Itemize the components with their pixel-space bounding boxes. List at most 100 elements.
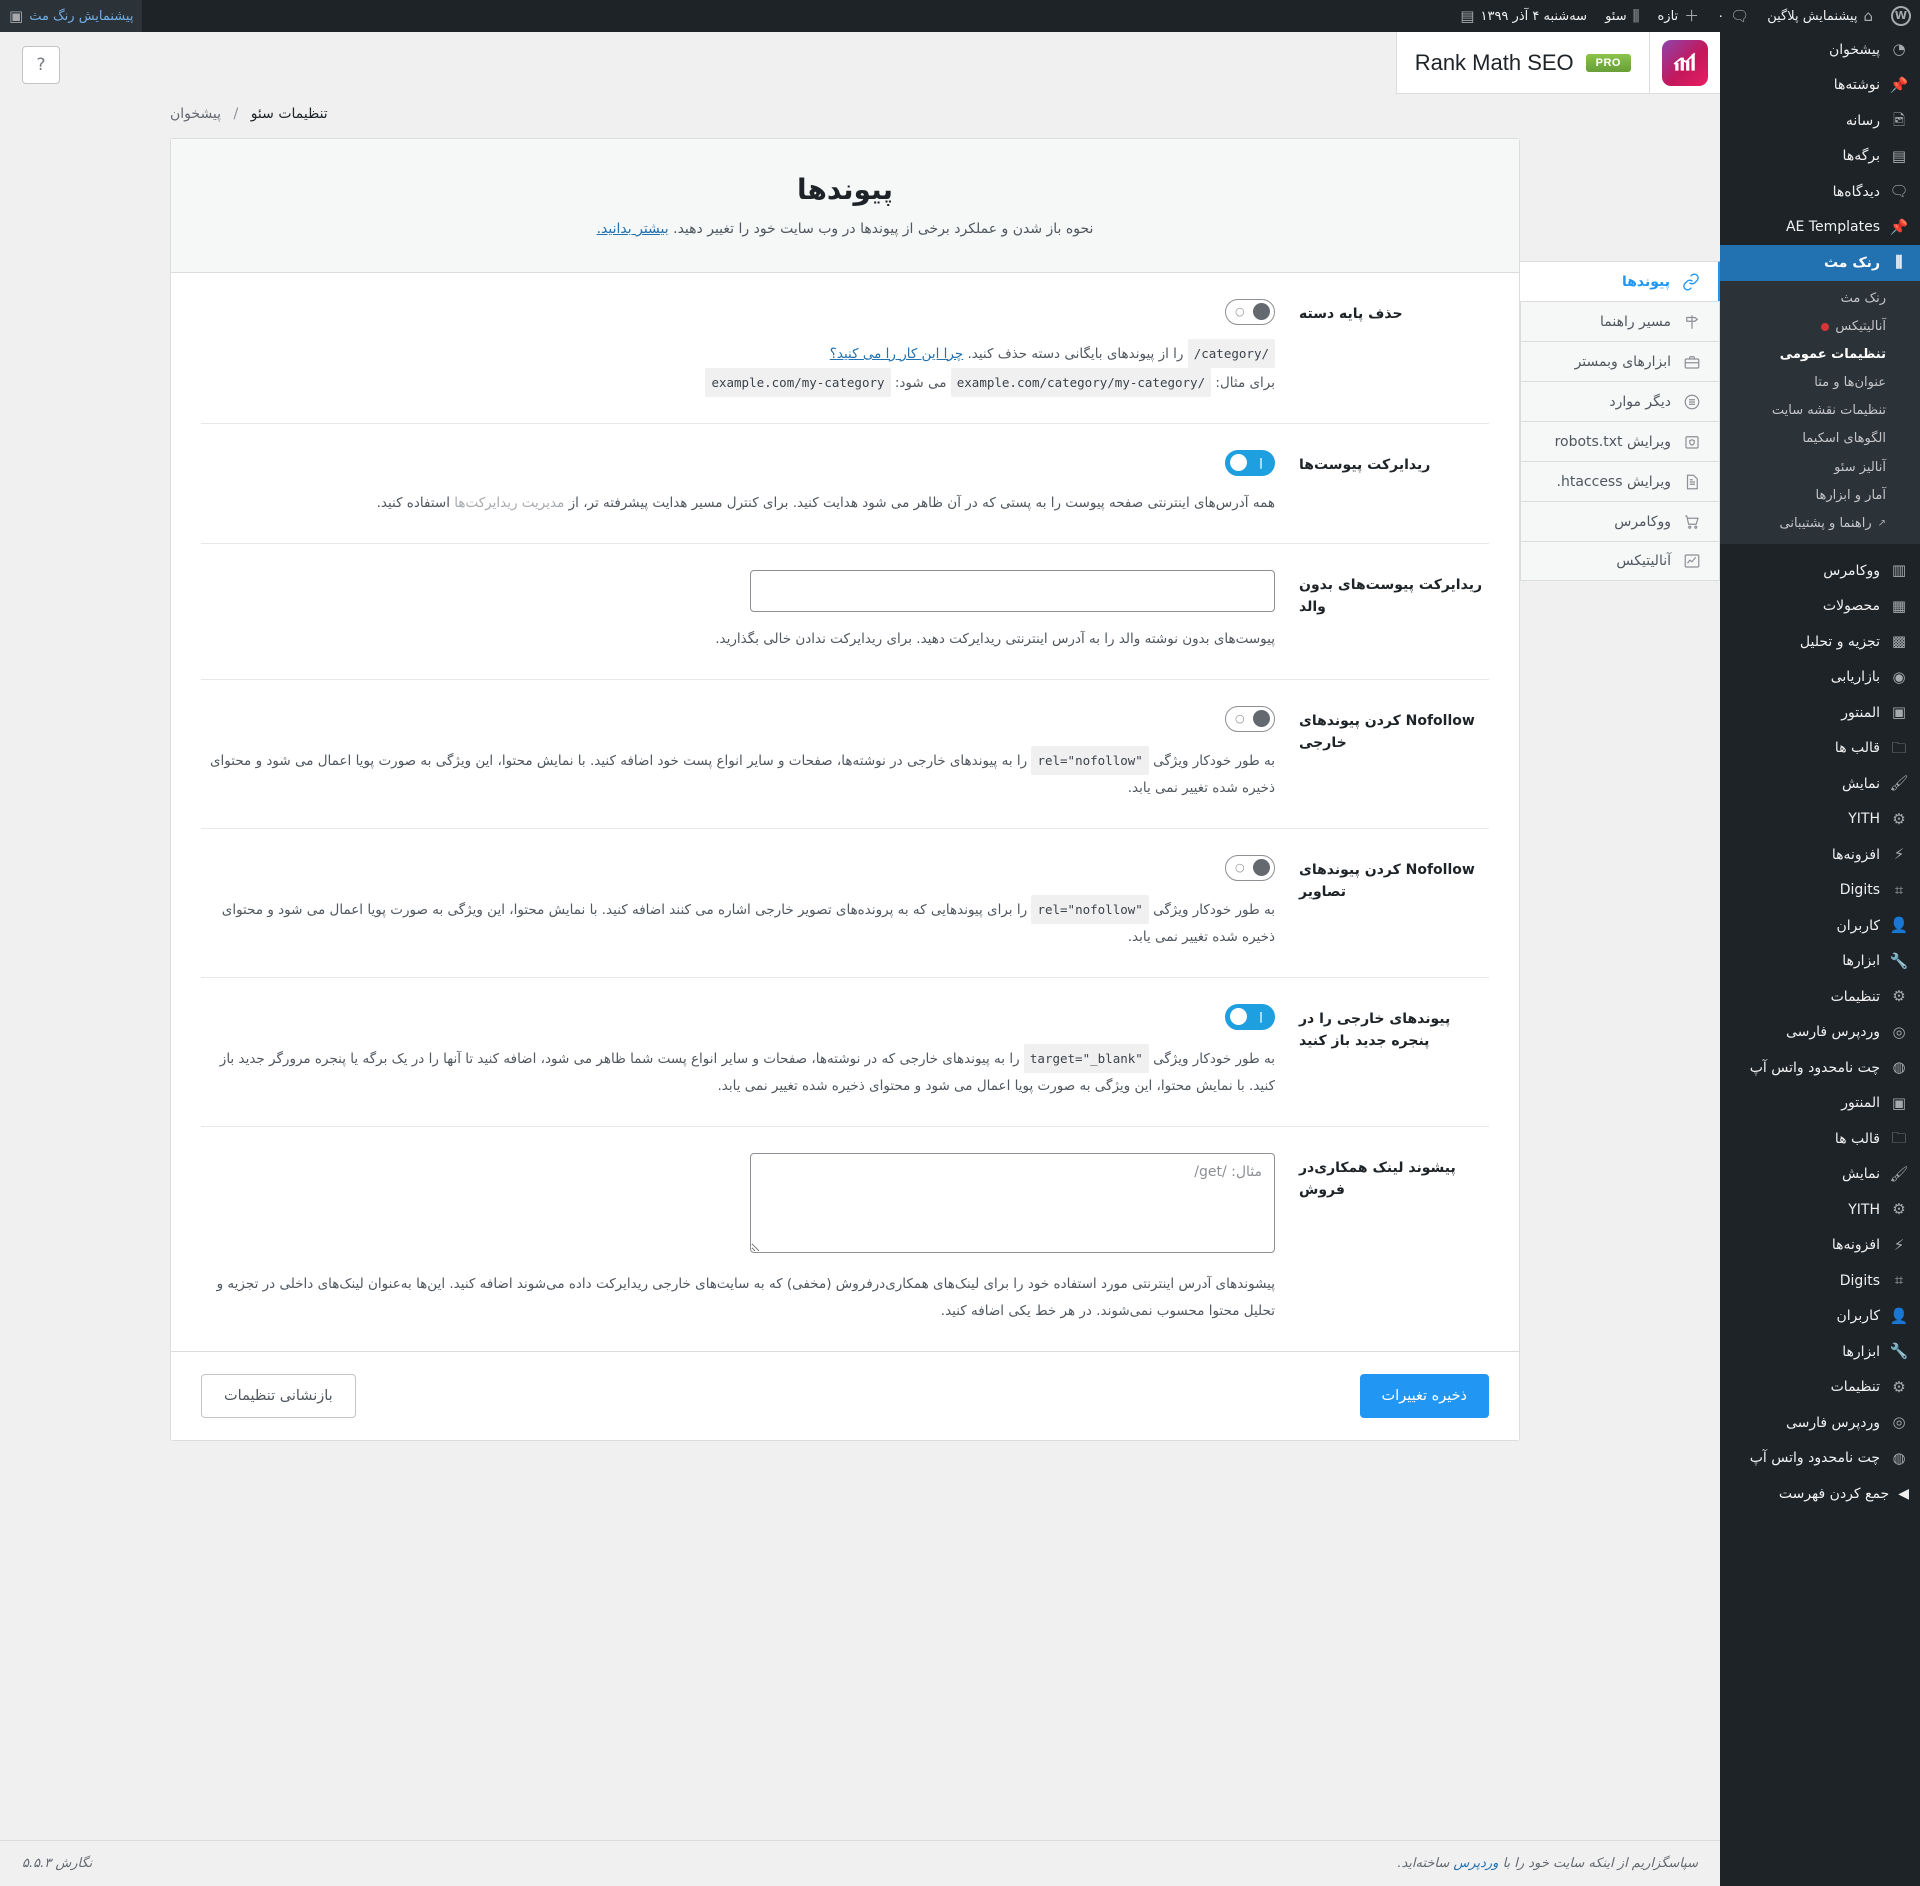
example-mid: می شود: [894,374,947,391]
sidebar-item-settings-1[interactable]: ⚙ تنظیمات [1720,979,1920,1015]
tab-label: پیوندها [1621,273,1670,290]
wordpress-link[interactable]: وردپرس [1453,1856,1498,1871]
learn-more-link[interactable]: بیشتر بدانید. [597,221,669,237]
submenu-item-status-tools[interactable]: آمار و ابزارها [1720,482,1920,510]
toggle-nofollow-external-links[interactable]: ○ [1225,705,1275,732]
settings-layout: پیوندها مسیر راهنما ابزارهای وبمستر دیگر… [0,138,1720,1441]
sidebar-item-plugins-1[interactable]: ⚡ افزونه‌ها [1720,837,1920,873]
sidebar-item-templates-1[interactable]: 🗀 قالب ها [1720,731,1920,767]
collapse-menu-button[interactable]: ◀ جمع کردن فهرست [1720,1476,1920,1512]
sidebar-item-media[interactable]: 🖻 رسانه [1720,103,1920,139]
toggle-mark-icon: | [1258,456,1263,470]
tab-edit-robots-txt[interactable]: ویرایش robots.txt [1520,421,1720,461]
sidebar-item-ae-templates[interactable]: 📌 AE Templates [1720,210,1920,246]
sidebar-item-appearance-2[interactable]: 🖌 نمایش [1720,1157,1920,1193]
submenu-label: رنک مث [1840,290,1886,306]
why-link[interactable]: چرا این کار را می کنید؟ [830,346,963,362]
sidebar-item-appearance-1[interactable]: 🖌 نمایش [1720,766,1920,802]
submenu-item-rankmath[interactable]: رنک مث [1720,285,1920,313]
appearance-icon: 🖌 [1889,1164,1909,1183]
sidebar-item-whatsapp-2[interactable]: ◍ چت نامحدود واتس آپ [1720,1441,1920,1477]
tab-edit-htaccess[interactable]: ویرایش htaccess. [1520,461,1720,501]
sidebar-item-settings-2[interactable]: ⚙ تنظیمات [1720,1370,1920,1406]
sidebar-item-comments[interactable]: 🗨 دیدگاه‌ها [1720,174,1920,210]
sidebar-item-elementor-1[interactable]: ▣ المنتور [1720,695,1920,731]
sidebar-item-digits-1[interactable]: ⌗ Digits [1720,873,1920,909]
breadcrumb-root[interactable]: پیشخوان [170,106,221,122]
input-redirect-orphan-attachments[interactable] [750,569,1275,612]
toggle-remove-category-base[interactable]: ○ [1225,298,1275,325]
rankmath-logo-icon [1662,39,1708,86]
textarea-affiliate-link-prefix[interactable] [750,1152,1275,1253]
sidebar-item-users-1[interactable]: 👤 کاربران [1720,908,1920,944]
sidebar-item-tools-2[interactable]: 🔧 ابزارها [1720,1334,1920,1370]
tab-woocommerce[interactable]: ووکامرس [1520,501,1720,541]
help-button[interactable]: ? [22,46,60,84]
comments-menu[interactable]: 🗨 ۰ [1708,0,1758,32]
save-changes-button[interactable]: ذخیره تغییرات [1359,1373,1489,1418]
rankmath-adminbar-menu[interactable]: ⫼ سئو [1596,0,1648,32]
sidebar-item-posts[interactable]: 📌 نوشته‌ها [1720,68,1920,104]
submenu-item-titles-meta[interactable]: عنوان‌ها و متا [1720,369,1920,397]
tab-links[interactable]: پیوندها [1520,261,1720,301]
sidebar-item-dashboard[interactable]: ◔ پیشخوان [1720,32,1920,68]
submenu-item-analytics[interactable]: آنالیتیکس [1720,313,1920,341]
tab-analytics[interactable]: آنالیتیکس [1520,541,1720,581]
reset-settings-button[interactable]: بازنشانی تنظیمات [201,1373,356,1418]
sidebar-item-analytics[interactable]: ▩ تجزیه و تحلیل [1720,624,1920,660]
tab-breadcrumbs[interactable]: مسیر راهنما [1520,301,1720,341]
sidebar-item-wp-farsi-2[interactable]: ◎ وردپرس فارسی [1720,1405,1920,1441]
sidebar-label: دیدگاه‌ها [1832,183,1880,200]
sidebar-item-elementor-2[interactable]: ▣ المنتور [1720,1086,1920,1122]
submenu-item-schema-templates[interactable]: الگوهای اسکیما [1720,425,1920,453]
manage-redirections-link[interactable]: مدیریت ریدایرکت‌ها [454,495,564,511]
site-name-menu[interactable]: ⌂ پیشنمایش پلاگین [1758,0,1882,32]
comment-bubble-icon: 🗨 [1730,6,1750,25]
submenu-item-seo-analysis[interactable]: آنالیز سئو [1720,454,1920,482]
sidebar-item-yith-1[interactable]: ⚙ YITH [1720,802,1920,838]
tab-webmaster-tools[interactable]: ابزارهای وبمستر [1520,341,1720,381]
sidebar-item-woocommerce[interactable]: ▥ ووکامرس [1720,553,1920,589]
sidebar-primary-items: ◔ پیشخوان 📌 نوشته‌ها 🖻 رسانه ▤ برگه‌ها 🗨… [1720,32,1920,245]
wpfa-icon: ◎ [1892,1022,1906,1041]
new-content-menu[interactable]: ＋ تازه [1649,0,1709,32]
avatar: ▣ [9,6,24,25]
sidebar-item-rankmath[interactable]: ⫼ رنک مث [1720,245,1920,281]
tab-label: ویرایش robots.txt [1554,433,1671,450]
sidebar-item-yith-2[interactable]: ⚙ YITH [1720,1192,1920,1228]
sidebar-item-pages[interactable]: ▤ برگه‌ها [1720,139,1920,175]
sidebar-item-products[interactable]: ▦ محصولات [1720,589,1920,625]
toggle-nofollow-image-links[interactable]: ○ [1225,854,1275,881]
sidebar-item-marketing[interactable]: ◉ بازاریابی [1720,660,1920,696]
sidebar-item-tools-1[interactable]: 🔧 ابزارها [1720,944,1920,980]
submenu-label: عنوان‌ها و متا [1814,375,1886,391]
sidebar-item-users-2[interactable]: 👤 کاربران [1720,1299,1920,1335]
toggle-knob [1253,303,1270,321]
sidebar-item-wp-farsi-1[interactable]: ◎ وردپرس فارسی [1720,1015,1920,1051]
submenu-label: تنظیمات عمومی [1779,346,1886,362]
list-icon [1681,391,1703,413]
sidebar-label: المنتور [1841,1095,1880,1112]
sidebar-label: ابزارها [1842,953,1880,970]
plugin-header-strip: PRO Rank Math SEO ? [0,32,1720,94]
sidebar-item-templates-2[interactable]: 🗀 قالب ها [1720,1121,1920,1157]
submenu-label: آنالیتیکس [1835,318,1886,334]
toggle-knob [1230,454,1247,472]
submenu-item-general-settings[interactable]: تنظیمات عمومی [1720,341,1920,369]
account-menu[interactable]: پیشنمایش رنگ مث ▣ [0,0,143,32]
submenu-item-help-support[interactable]: ↗ راهنما و پشتیبانی [1720,510,1920,538]
toggle-open-external-links-new-tab[interactable]: | [1225,1003,1275,1030]
tab-others[interactable]: دیگر موارد [1520,381,1720,421]
sidebar-item-digits-2[interactable]: ⌗ Digits [1720,1263,1920,1299]
submenu-label: تنظیمات نقشه سایت [1771,403,1886,419]
wp-logo-menu[interactable] [1882,0,1920,32]
toggle-redirect-attachments[interactable]: | [1225,449,1275,476]
submenu-item-sitemap-settings[interactable]: تنظیمات نقشه سایت [1720,397,1920,425]
field-nofollow-image-links: Nofollow کردن پیوندهای تصاویر ○ به طور خ… [201,829,1489,978]
field-description: همه آدرس‌های اینترنتی صفحه پیوست را به پ… [201,490,1275,517]
sidebar-item-plugins-2[interactable]: ⚡ افزونه‌ها [1720,1228,1920,1264]
sidebar-label: نمایش [1841,1166,1880,1183]
yith-icon: ⚙ [1892,1200,1906,1219]
sidebar-item-whatsapp-1[interactable]: ◍ چت نامحدود واتس آپ [1720,1050,1920,1086]
yith-icon: ⚙ [1892,809,1906,828]
